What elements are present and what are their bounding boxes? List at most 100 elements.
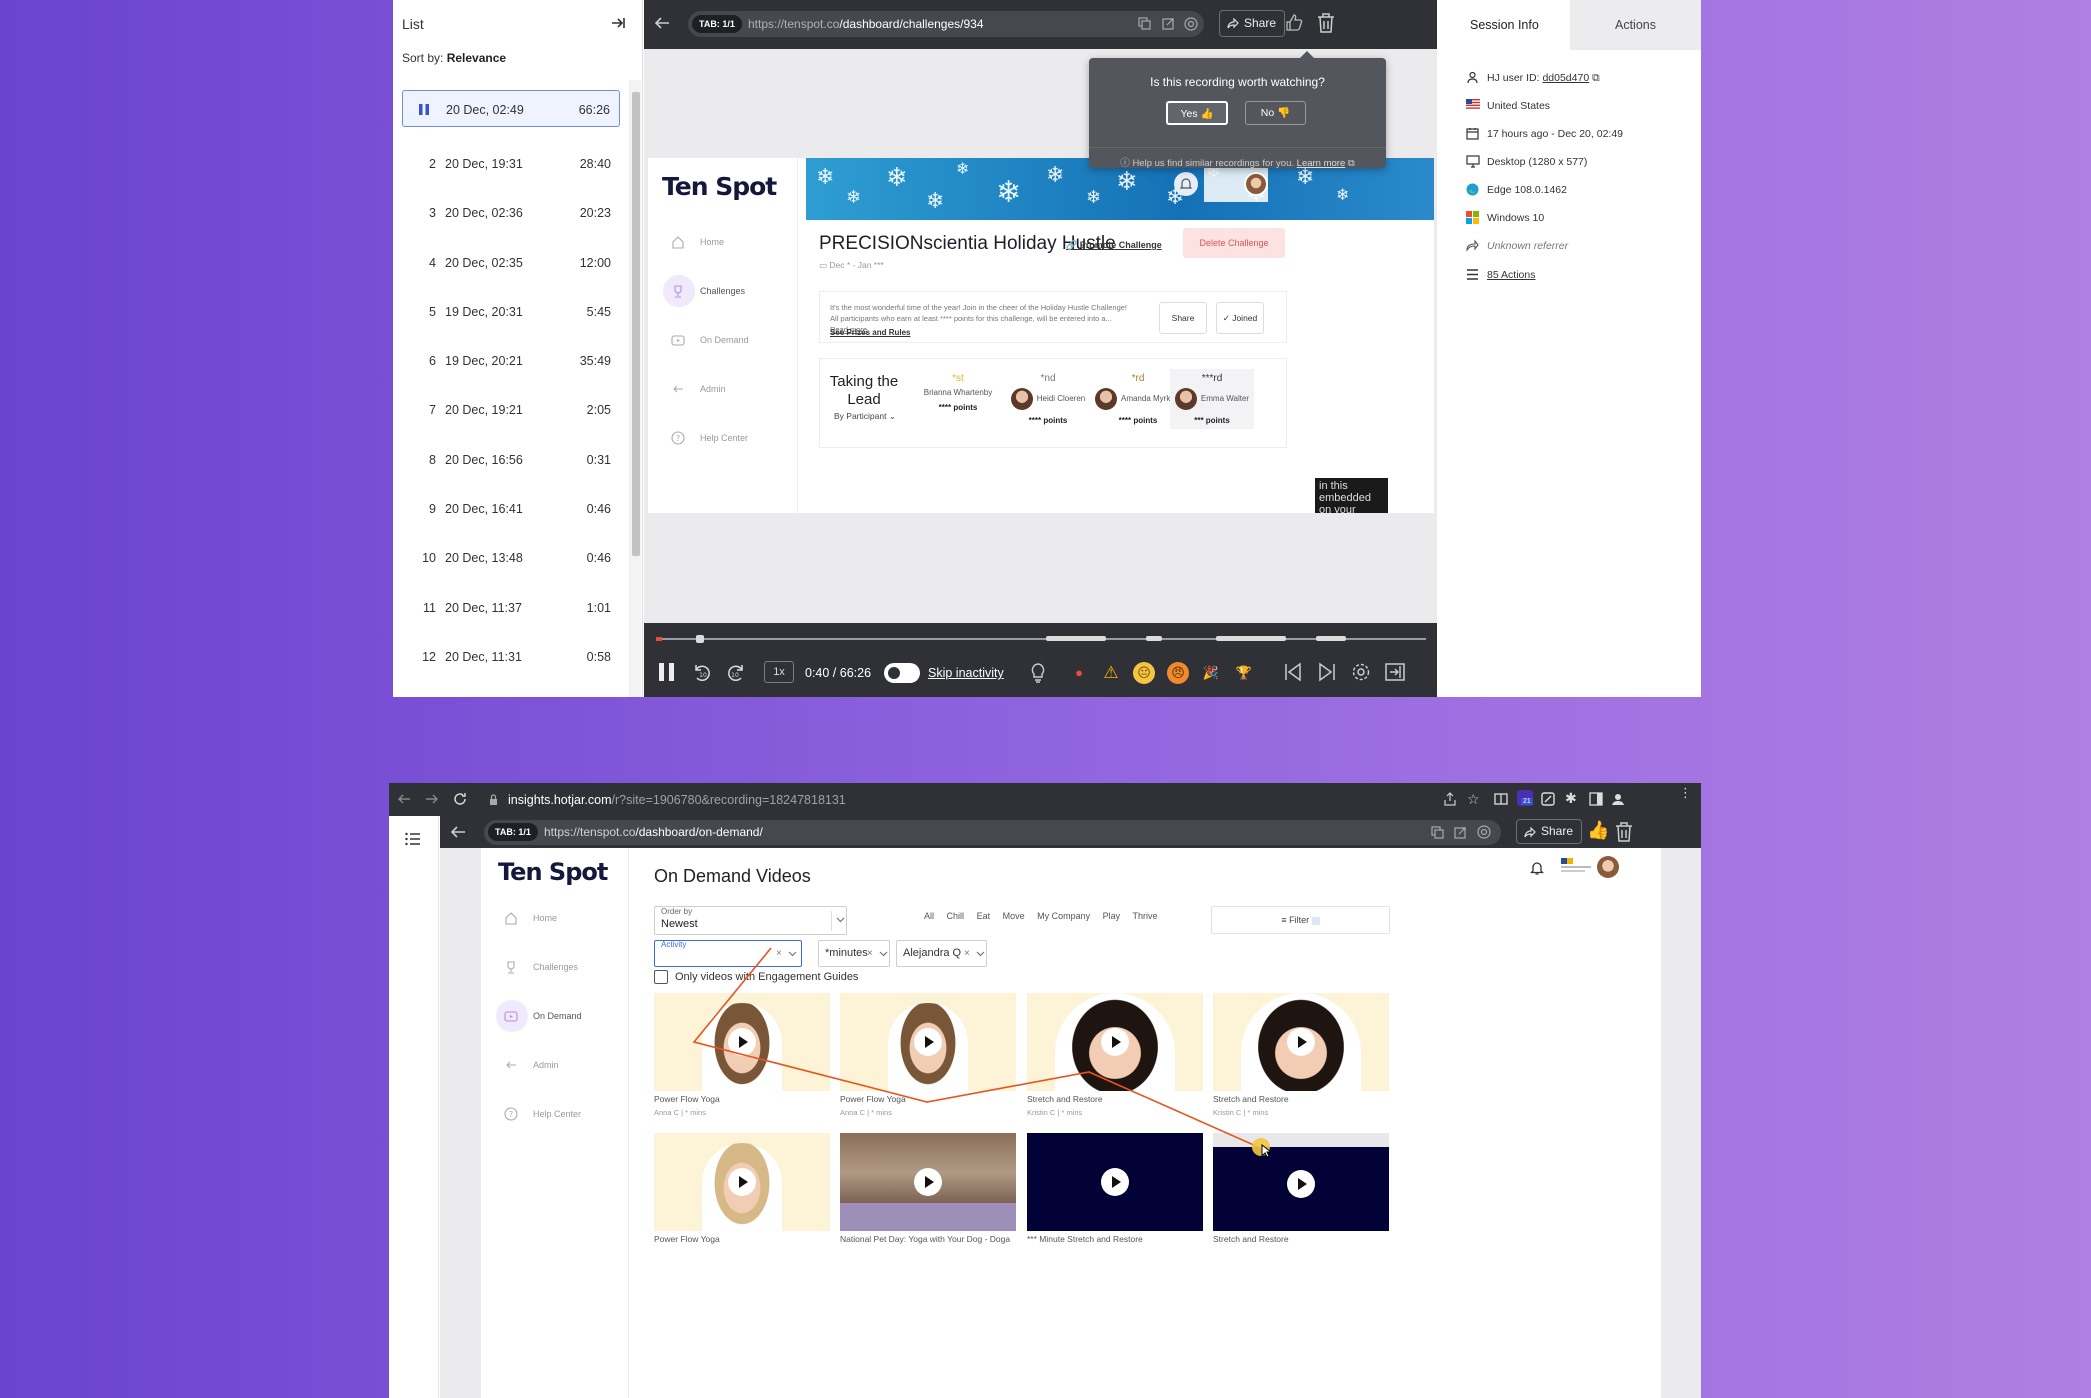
nav-challenges[interactable]: Challenges bbox=[663, 275, 745, 307]
nav-help-center[interactable]: ? Help Center bbox=[665, 422, 748, 454]
angry-emoji-icon[interactable]: 😠 bbox=[1167, 662, 1189, 684]
avatar[interactable] bbox=[1244, 172, 1268, 196]
collapse-panel-icon[interactable] bbox=[611, 16, 625, 30]
neutral-emoji-icon[interactable]: 😐 bbox=[1133, 662, 1155, 684]
target-icon[interactable] bbox=[1184, 17, 1198, 31]
back-arrow-icon[interactable] bbox=[450, 825, 466, 839]
target-icon[interactable] bbox=[1477, 825, 1491, 839]
nav-on-demand[interactable]: On Demand bbox=[665, 324, 749, 356]
nav-admin[interactable]: Admin bbox=[665, 373, 726, 405]
recording-item[interactable]: 2 20 Dec, 19:31 28:40 bbox=[402, 139, 620, 188]
forward-10-icon[interactable]: 10 bbox=[726, 662, 746, 682]
extension-square-icon[interactable] bbox=[1541, 792, 1555, 806]
timeline-scrubber[interactable] bbox=[656, 635, 1426, 643]
calendar-icon bbox=[1466, 127, 1479, 140]
share-button[interactable]: Share bbox=[1516, 819, 1583, 844]
skip-previous-icon[interactable] bbox=[1284, 662, 1302, 682]
open-external-icon[interactable]: ⧉ bbox=[1592, 72, 1600, 84]
extension-icon[interactable]: 21 bbox=[1517, 790, 1533, 806]
trash-icon[interactable] bbox=[1316, 12, 1336, 34]
recording-viewer: List Sort by: Relevance 20 Dec, 02:49 66… bbox=[393, 0, 1701, 697]
copy-icon[interactable] bbox=[1138, 17, 1151, 30]
forward-arrow-icon[interactable] bbox=[425, 792, 439, 806]
skip-next-icon[interactable] bbox=[1318, 662, 1336, 682]
tab-session-info[interactable]: Session Info bbox=[1438, 0, 1570, 50]
user-id-row: HJ user ID: dd05d470 ⧉ bbox=[1466, 70, 1600, 86]
no-button[interactable]: No 👎 bbox=[1245, 101, 1306, 125]
recording-item[interactable]: 10 20 Dec, 13:48 0:46 bbox=[402, 533, 620, 582]
thumbs-feedback-icon[interactable] bbox=[1284, 12, 1306, 34]
warning-icon[interactable]: ⚠ bbox=[1100, 662, 1122, 684]
share-challenge-button[interactable]: Share bbox=[1159, 302, 1207, 334]
profile-icon[interactable] bbox=[1611, 792, 1625, 806]
hotjar-left-rail bbox=[389, 816, 439, 1398]
recording-duration: 35:49 bbox=[579, 354, 611, 369]
open-external-icon[interactable] bbox=[1162, 17, 1175, 30]
leader-item: *nd Heidi Cloeren **** points bbox=[998, 373, 1098, 425]
more-menu-icon[interactable]: ⋮ bbox=[1679, 786, 1692, 799]
party-icon[interactable]: 🎉 bbox=[1200, 662, 1222, 684]
share-label: Share bbox=[1541, 824, 1574, 838]
user-id-link[interactable]: dd05d470 bbox=[1542, 72, 1589, 84]
pause-icon[interactable] bbox=[658, 662, 676, 682]
list-scroll-thumb[interactable] bbox=[632, 92, 640, 556]
recording-duration: 0:46 bbox=[586, 551, 611, 566]
back-arrow-icon[interactable] bbox=[654, 16, 670, 30]
browser-url[interactable]: insights.hotjar.com/r?site=1906780&recor… bbox=[508, 793, 846, 807]
recording-item[interactable]: 8 20 Dec, 16:56 0:31 bbox=[402, 435, 620, 484]
playback-speed-button[interactable]: 1x bbox=[764, 661, 794, 683]
recording-number: 11 bbox=[423, 600, 436, 615]
leaderboard-filter[interactable]: By Participant ⌄ bbox=[834, 411, 896, 422]
recording-item[interactable]: 4 20 Dec, 02:35 12:00 bbox=[402, 238, 620, 287]
recording-player: TAB: 1/1 https://tenspot.co/dashboard/ch… bbox=[644, 0, 1437, 697]
reading-list-icon[interactable] bbox=[1494, 792, 1508, 806]
back-arrow-icon[interactable] bbox=[397, 792, 411, 806]
sidebar-icon[interactable] bbox=[1589, 792, 1603, 806]
popup-hint-text: Help us find similar recordings for you. bbox=[1132, 158, 1295, 169]
session-info-panel: Session Info Actions HJ user ID: dd05d47… bbox=[1438, 0, 1701, 697]
rage-click-icon[interactable]: ● bbox=[1068, 662, 1090, 684]
sort-control[interactable]: Sort by: Relevance bbox=[402, 51, 506, 65]
delete-challenge-button[interactable]: Delete Challenge bbox=[1183, 228, 1285, 258]
menu-list-icon[interactable] bbox=[405, 832, 421, 846]
promote-challenge-link[interactable]: 🔗 Promote Challenge bbox=[1066, 240, 1162, 251]
share-page-icon[interactable] bbox=[1443, 792, 1457, 806]
actions-row[interactable]: 85 Actions bbox=[1466, 267, 1535, 283]
recording-item[interactable]: 20 Dec, 02:49 66:26 bbox=[402, 90, 620, 127]
settings-gear-icon[interactable] bbox=[1351, 662, 1371, 682]
skip-inactivity-label[interactable]: Skip inactivity bbox=[928, 666, 1004, 680]
leaderboard-card: Taking the Lead By Participant ⌄ *st Bria… bbox=[819, 358, 1287, 448]
leader-rank: *nd bbox=[1040, 373, 1056, 384]
star-bookmark-icon[interactable]: ☆ bbox=[1467, 791, 1480, 808]
recording-item[interactable]: 9 20 Dec, 16:41 0:46 bbox=[402, 484, 620, 533]
reload-icon[interactable] bbox=[453, 792, 467, 806]
rewind-10-icon[interactable]: 10 bbox=[692, 662, 712, 682]
trash-icon[interactable] bbox=[1614, 821, 1634, 843]
lightbulb-icon[interactable] bbox=[1029, 662, 1047, 684]
puzzle-extensions-icon[interactable]: ✱ bbox=[1565, 790, 1577, 807]
trophy-icon[interactable]: 🏆 bbox=[1233, 662, 1255, 684]
list-scrollbar[interactable] bbox=[629, 80, 641, 697]
thumbs-up-icon[interactable]: 👍 bbox=[1587, 820, 1609, 841]
recordings-list-panel: List Sort by: Relevance 20 Dec, 02:49 66… bbox=[393, 0, 643, 697]
recording-item[interactable]: 3 20 Dec, 02:36 20:23 bbox=[402, 188, 620, 237]
open-external-icon[interactable] bbox=[1454, 826, 1467, 839]
nav-home[interactable]: Home bbox=[665, 226, 724, 258]
recording-item[interactable]: 6 19 Dec, 20:21 35:49 bbox=[402, 336, 620, 385]
recording-item[interactable]: 11 20 Dec, 11:37 1:01 bbox=[402, 583, 620, 632]
joined-button[interactable]: ✓ Joined bbox=[1216, 302, 1264, 334]
bell-icon[interactable] bbox=[1174, 172, 1198, 196]
see-prizes-link[interactable]: See Prizes and Rules bbox=[830, 328, 910, 337]
recording-item[interactable]: 5 19 Dec, 20:31 5:45 bbox=[402, 287, 620, 336]
recording-item[interactable]: 12 20 Dec, 11:31 0:58 bbox=[402, 632, 620, 681]
tab-actions[interactable]: Actions bbox=[1570, 0, 1701, 50]
copy-icon[interactable] bbox=[1431, 826, 1444, 839]
learn-more-link[interactable]: Learn more bbox=[1297, 158, 1346, 169]
yes-button[interactable]: Yes 👍 bbox=[1166, 101, 1228, 125]
recording-item[interactable]: 7 20 Dec, 19:21 2:05 bbox=[402, 385, 620, 434]
skip-inactivity-toggle[interactable] bbox=[884, 663, 920, 683]
expand-panel-icon[interactable] bbox=[1385, 662, 1405, 682]
actions-link[interactable]: 85 Actions bbox=[1487, 269, 1535, 281]
avatar bbox=[1010, 388, 1033, 410]
share-button[interactable]: Share bbox=[1219, 10, 1286, 37]
